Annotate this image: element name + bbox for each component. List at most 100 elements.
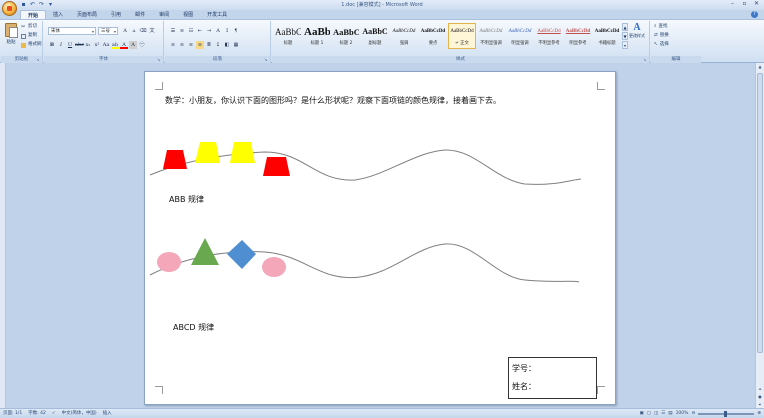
font-name-select[interactable]: 宋体 bbox=[48, 27, 96, 35]
clear-format-icon[interactable]: ⌫ bbox=[139, 27, 147, 35]
page-count[interactable]: 页面: 1/1 bbox=[3, 409, 22, 418]
style-sample: AaBb bbox=[304, 26, 330, 38]
show-marks-icon[interactable]: ¶ bbox=[232, 27, 240, 35]
styles-launcher-icon[interactable]: ↘ bbox=[643, 57, 648, 62]
underline-icon[interactable]: U bbox=[66, 41, 74, 49]
style-name: ↵ 正文 bbox=[455, 41, 469, 46]
highlight-icon[interactable]: ab bbox=[111, 41, 119, 49]
scroll-up-icon[interactable]: ▲ bbox=[756, 63, 764, 70]
styles-group: AaBbC 标题 AaBb 标题 1 AaBbC 标题 2 AaBbC 副标题 … bbox=[272, 21, 650, 63]
language-indicator[interactable]: 中文(简体，中国) bbox=[62, 409, 97, 418]
full-screen-icon[interactable]: ▢ bbox=[647, 409, 651, 418]
change-case-icon[interactable]: Aa bbox=[102, 41, 110, 49]
align-left-icon[interactable]: ≡ bbox=[169, 41, 177, 49]
window-title: 1.doc [兼容模式] - Microsoft Word bbox=[341, 2, 423, 8]
zoom-slider-thumb[interactable] bbox=[724, 410, 728, 417]
shading-icon[interactable]: ◧ bbox=[223, 41, 231, 49]
cut-button[interactable]: ✂ 剪切 bbox=[21, 23, 37, 31]
font-color-icon[interactable]: A bbox=[120, 41, 128, 49]
increase-indent-icon[interactable]: ⇥ bbox=[205, 27, 213, 35]
print-layout-icon[interactable]: ▣ bbox=[639, 409, 643, 418]
font-launcher-icon[interactable]: ↘ bbox=[157, 57, 162, 62]
draft-icon[interactable]: ▤ bbox=[668, 409, 672, 418]
justify-icon[interactable]: ≡ bbox=[196, 41, 204, 49]
style-heading1[interactable]: AaBb 标题 1 bbox=[303, 23, 331, 49]
document-page[interactable]: 数学：小朋友，你认识下面的图形吗？是什么形状呢？观察下面项链的颜色规律，接着画下… bbox=[144, 71, 616, 405]
find-button[interactable]: ⌕ 查找 bbox=[654, 23, 668, 31]
multilevel-list-icon[interactable]: ☷ bbox=[187, 27, 195, 35]
style-emphasis[interactable]: AaBbCcDd 强调 bbox=[390, 23, 418, 49]
shrink-font-icon[interactable]: A bbox=[130, 27, 138, 35]
chinese-layout-icon[interactable]: A bbox=[214, 27, 222, 35]
zoom-level[interactable]: 100% bbox=[676, 409, 689, 418]
bullets-icon[interactable]: ☰ bbox=[169, 27, 177, 35]
style-book-title[interactable]: AaBbCcDd 书籍标题 bbox=[593, 23, 621, 49]
paste-button[interactable]: 粘贴 bbox=[4, 23, 18, 51]
insert-mode[interactable]: 插入 bbox=[103, 409, 112, 418]
restore-button[interactable]: ▫ bbox=[739, 0, 750, 8]
pink-circle-bead bbox=[262, 257, 286, 277]
minimize-button[interactable]: – bbox=[727, 0, 738, 8]
list-buttons: ☰ ≡ ☷ ⇤ ⇥ A ↕ ¶ bbox=[169, 27, 240, 35]
scroll-thumb[interactable] bbox=[757, 73, 763, 353]
phonetic-guide-icon[interactable]: 文 bbox=[148, 27, 156, 35]
zoom-in-icon[interactable]: ⊕ bbox=[757, 409, 761, 418]
decrease-indent-icon[interactable]: ⇤ bbox=[196, 27, 204, 35]
font-style-buttons: B I U abc x₂ x² Aa ab A A ㊀ bbox=[48, 41, 146, 49]
strikethrough-icon[interactable]: abc bbox=[75, 41, 84, 49]
char-shading-icon[interactable]: A bbox=[129, 41, 137, 49]
style-strong[interactable]: AaBbCcDd 要点 bbox=[419, 23, 447, 49]
zoom-out-icon[interactable]: ⊖ bbox=[691, 409, 695, 418]
office-button[interactable] bbox=[2, 1, 17, 16]
prev-page-icon[interactable]: ⏶ bbox=[756, 385, 764, 392]
superscript-icon[interactable]: x² bbox=[93, 41, 101, 49]
outline-icon[interactable]: ☰ bbox=[661, 409, 665, 418]
replace-button[interactable]: ⇄ 替换 bbox=[654, 32, 669, 40]
help-icon[interactable]: ? bbox=[751, 11, 758, 18]
styles-group-label: 样式 bbox=[272, 56, 649, 63]
browse-object-icon[interactable]: ● bbox=[756, 393, 764, 400]
style-normal[interactable]: AaBbCcDd ↵ 正文 bbox=[448, 23, 476, 49]
borders-icon[interactable]: ▦ bbox=[232, 41, 240, 49]
enclose-char-icon[interactable]: ㊀ bbox=[138, 41, 146, 49]
style-title[interactable]: AaBbC 标题 bbox=[274, 23, 302, 49]
copy-label: 复制 bbox=[28, 33, 37, 38]
style-subtle-reference[interactable]: AaBbCcDd 不明显参考 bbox=[535, 23, 563, 49]
paragraph-launcher-icon[interactable]: ↘ bbox=[264, 57, 269, 62]
distributed-icon[interactable]: ≣ bbox=[205, 41, 213, 49]
student-info-box[interactable]: 学号： 姓名： bbox=[508, 357, 597, 399]
clipboard-launcher-icon[interactable]: ↘ bbox=[36, 57, 41, 62]
italic-icon[interactable]: I bbox=[57, 41, 65, 49]
select-button[interactable]: ↖ 选择 bbox=[654, 41, 669, 49]
change-styles-button[interactable]: A 更改样式 bbox=[628, 22, 646, 39]
word-count[interactable]: 字数: 42 bbox=[28, 409, 46, 418]
subscript-icon[interactable]: x₂ bbox=[84, 41, 92, 49]
vertical-scrollbar[interactable]: ▲ ⏶ ● ⏷ bbox=[755, 63, 764, 408]
status-bar: 页面: 1/1 字数: 42 ✓ 中文(简体，中国) 插入 ▣ ▢ ◫ ☰ ▤ … bbox=[0, 408, 764, 418]
format-painter-button[interactable]: 格式刷 bbox=[21, 41, 42, 49]
style-name: 标题 1 bbox=[310, 41, 324, 46]
font-size-select[interactable]: 三号 bbox=[98, 27, 118, 35]
style-intense-reference[interactable]: AaBbCcDd 明显参考 bbox=[564, 23, 592, 49]
gallery-more-icon[interactable]: ▾ bbox=[622, 41, 628, 49]
replace-label: 替换 bbox=[659, 33, 669, 38]
style-subtitle[interactable]: AaBbC 副标题 bbox=[361, 23, 389, 49]
bold-icon[interactable]: B bbox=[48, 41, 56, 49]
close-button[interactable]: ✕ bbox=[751, 0, 762, 8]
copy-button[interactable]: 复制 bbox=[21, 32, 37, 40]
align-right-icon[interactable]: ≡ bbox=[187, 41, 195, 49]
align-buttons: ≡ ≡ ≡ ≡ ≣ ↨ ◧ ▦ bbox=[169, 41, 240, 49]
style-intense-emphasis[interactable]: AaBbCcDd 明显强调 bbox=[506, 23, 534, 49]
next-page-icon[interactable]: ⏷ bbox=[756, 401, 764, 408]
sort-icon[interactable]: ↕ bbox=[223, 27, 231, 35]
pattern2-label: ABCD 规律 bbox=[173, 323, 215, 332]
style-heading2[interactable]: AaBbC 标题 2 bbox=[332, 23, 360, 49]
web-layout-icon[interactable]: ◫ bbox=[654, 409, 658, 418]
zoom-slider[interactable] bbox=[698, 410, 755, 417]
style-subtle-emphasis[interactable]: AaBbCcDd 不明显强调 bbox=[477, 23, 505, 49]
proofing-icon[interactable]: ✓ bbox=[52, 409, 56, 418]
align-center-icon[interactable]: ≡ bbox=[178, 41, 186, 49]
grow-font-icon[interactable]: A bbox=[121, 27, 129, 35]
numbering-icon[interactable]: ≡ bbox=[178, 27, 186, 35]
line-spacing-icon[interactable]: ↨ bbox=[214, 41, 222, 49]
